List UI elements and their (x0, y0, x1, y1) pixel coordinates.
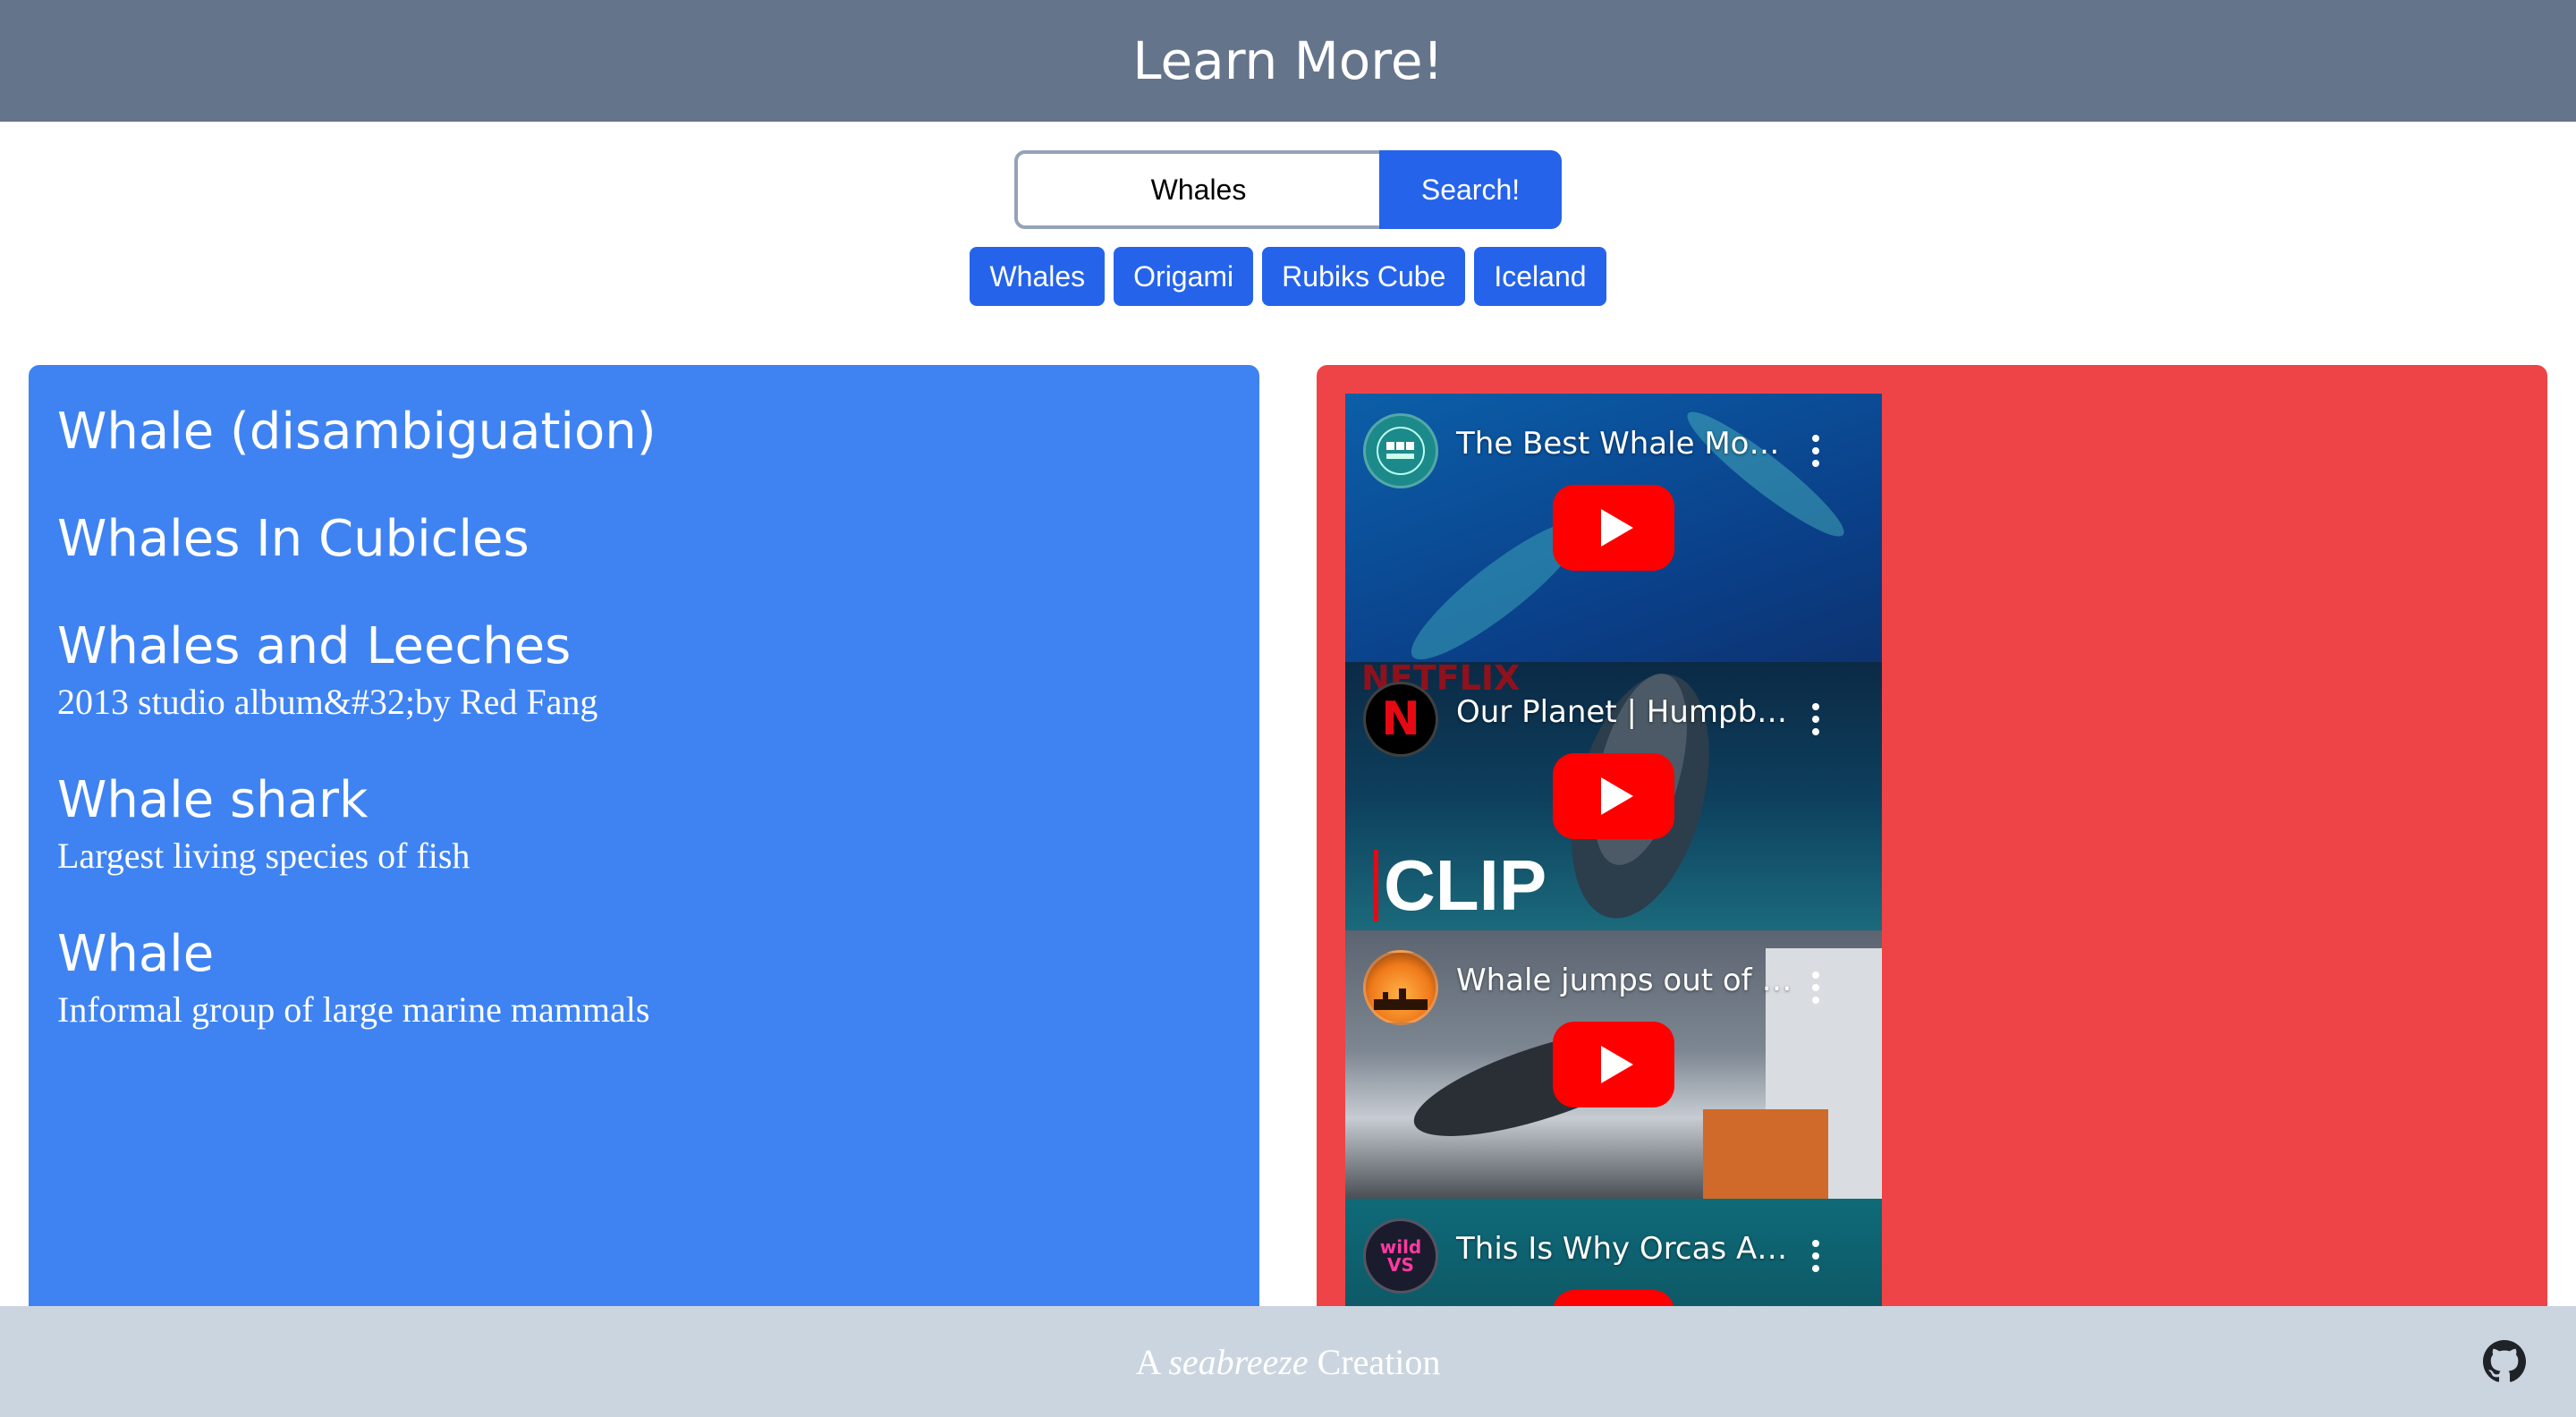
video-results-panel: The Best Whale Moments | BBC Earth NETFL… (1317, 365, 2547, 1349)
github-icon[interactable] (2483, 1340, 2526, 1383)
clip-label: CLIP (1374, 850, 1546, 921)
result-item[interactable]: Whale (disambiguation) (57, 401, 1231, 463)
more-vert-icon[interactable] (1812, 1240, 1821, 1276)
chip-iceland[interactable]: Iceland (1474, 247, 1606, 306)
video-embed[interactable]: Whale jumps out of water right next to b… (1345, 930, 1882, 1199)
result-title[interactable]: Whales In Cubicles (57, 508, 1231, 571)
result-description: 2013 studio album&#32;by Red Fang (57, 682, 598, 722)
netflix-logo-icon: N (1363, 682, 1438, 757)
more-vert-icon[interactable] (1812, 435, 1821, 471)
more-vert-icon[interactable] (1812, 703, 1821, 739)
youtube-play-icon[interactable] (1553, 485, 1674, 571)
video-title[interactable]: This Is Why Orcas Are... (1456, 1231, 1796, 1267)
result-description: Informal group of large marine mammals (57, 989, 650, 1030)
result-item[interactable]: Whale shark Largest living species of fi… (57, 769, 1231, 878)
youtube-play-icon[interactable] (1553, 753, 1674, 839)
video-embed[interactable]: NETFLIX CLIP N Our Planet | Humpback Wha… (1345, 662, 1882, 930)
search-button[interactable]: Search! (1379, 150, 1562, 229)
footer-prefix: A (1135, 1341, 1169, 1382)
search-bar: Search! (0, 150, 2576, 229)
wiki-results-panel: Whale (disambiguation) Whales In Cubicle… (29, 365, 1259, 1349)
result-description: Largest living species of fish (57, 836, 470, 876)
page-header: Learn More! (0, 0, 2576, 122)
footer-suffix: Creation (1308, 1341, 1441, 1382)
result-item[interactable]: Whale Informal group of large marine mam… (57, 923, 1231, 1032)
video-title[interactable]: The Best Whale Moments | BBC Earth (1456, 426, 1796, 462)
result-title[interactable]: Whale (disambiguation) (57, 401, 1231, 463)
video-title[interactable]: Our Planet | Humpback Whales | Clip | Ne… (1456, 694, 1796, 730)
result-title[interactable]: Whale shark (57, 769, 1231, 832)
sunset-channel-icon (1363, 950, 1438, 1025)
youtube-play-icon[interactable] (1553, 1022, 1674, 1107)
suggestion-chips: Whales Origami Rubiks Cube Iceland (0, 247, 2576, 306)
result-title[interactable]: Whale (57, 923, 1231, 986)
chip-whales[interactable]: Whales (970, 247, 1106, 306)
bbc-earth-logo-icon (1363, 413, 1438, 488)
page-title: Learn More! (1132, 30, 1444, 91)
footer-brand: seabreeze (1168, 1341, 1309, 1382)
result-item[interactable]: Whales and Leeches 2013 studio album&#32… (57, 615, 1231, 725)
result-title[interactable]: Whales and Leeches (57, 615, 1231, 678)
video-title[interactable]: Whale jumps out of water right next to b… (1456, 963, 1796, 998)
result-item[interactable]: Whales In Cubicles (57, 508, 1231, 571)
footer-credit: A seabreeze Creation (1136, 1341, 1441, 1383)
video-embed[interactable]: The Best Whale Moments | BBC Earth (1345, 394, 1882, 662)
page-footer: A seabreeze Creation (0, 1306, 2576, 1417)
more-vert-icon[interactable] (1812, 972, 1821, 1007)
search-input[interactable] (1014, 150, 1379, 229)
chip-origami[interactable]: Origami (1114, 247, 1254, 306)
wild-versus-logo-icon: wild VS (1363, 1218, 1438, 1294)
chip-rubiks-cube[interactable]: Rubiks Cube (1262, 247, 1466, 306)
video-list: The Best Whale Moments | BBC Earth NETFL… (1345, 394, 1882, 1349)
